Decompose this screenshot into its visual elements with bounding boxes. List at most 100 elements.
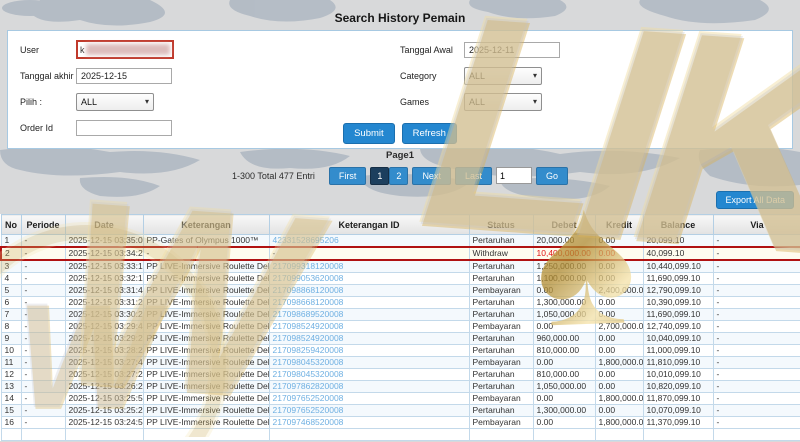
keterangan-id-link[interactable]: 217098868120008 — [269, 285, 469, 297]
cell-balance: 10,440,099.10 — [643, 260, 713, 273]
keterangan-id-link[interactable]: 217098689520008 — [269, 309, 469, 321]
page-button[interactable]: 2 — [389, 167, 408, 185]
cell-periode: - — [21, 393, 65, 405]
cell-keterangan: PP LIVE-Immersive Roulette Deluxe — [143, 321, 269, 333]
cell-empty — [595, 429, 643, 441]
cell-date: 2025-12-15 03:31:24 — [65, 297, 143, 309]
page-title: Search History Pemain — [0, 11, 800, 25]
cell-keterangan: PP LIVE-Immersive Roulette Deluxe — [143, 393, 269, 405]
cell-date: 2025-12-15 03:35:04 — [65, 235, 143, 248]
keterangan-id-link[interactable]: 217098524920008 — [269, 321, 469, 333]
keterangan-id-link[interactable]: 217098045320008 — [269, 357, 469, 369]
cell-debet: 0.00 — [533, 285, 595, 297]
keterangan-id-link[interactable]: 217098524920008 — [269, 333, 469, 345]
cell-debet: 1,300,000.00 — [533, 297, 595, 309]
cell-via: - — [713, 285, 800, 297]
cell-balance: 10,820,099.10 — [643, 381, 713, 393]
go-button[interactable]: Go — [536, 167, 568, 185]
table-row: 11-2025-12-15 03:27:48PP LIVE-Immersive … — [1, 357, 800, 369]
cell-balance: 11,690,099.10 — [643, 273, 713, 285]
cell-keterangan-id: - — [269, 247, 469, 260]
cell-periode: - — [21, 321, 65, 333]
cell-via: - — [713, 235, 800, 248]
table-row: 2-2025-12-15 03:34:21--Withdraw10,400,00… — [1, 247, 800, 260]
cell-periode: - — [21, 369, 65, 381]
column-header: Date — [65, 215, 143, 235]
cell-status: Pertaruhan — [469, 235, 533, 248]
last-page-button[interactable]: Last — [455, 167, 492, 185]
keterangan-id-link[interactable]: 217099318120008 — [269, 260, 469, 273]
tanggal-awal-input[interactable]: 2025-12-11 — [464, 42, 560, 58]
keterangan-id-link[interactable]: 217097862820008 — [269, 381, 469, 393]
cell-empty — [533, 429, 595, 441]
cell-debet: 1,250,000.00 — [533, 260, 595, 273]
keterangan-id-link[interactable]: 42331528695206 — [269, 235, 469, 248]
cell-date: 2025-12-15 03:26:28 — [65, 381, 143, 393]
table-row: 12-2025-12-15 03:27:24PP LIVE-Immersive … — [1, 369, 800, 381]
refresh-button[interactable]: Refresh — [402, 123, 457, 144]
column-header: Keterangan — [143, 215, 269, 235]
cell-no: 1 — [1, 235, 21, 248]
cell-keterangan: PP LIVE-Immersive Roulette Deluxe — [143, 273, 269, 285]
cell-date: 2025-12-15 03:30:24 — [65, 309, 143, 321]
cell-no: 5 — [1, 285, 21, 297]
keterangan-id-link[interactable]: 217099053620008 — [269, 273, 469, 285]
cell-via: - — [713, 260, 800, 273]
cell-periode: - — [21, 417, 65, 429]
cell-periode: - — [21, 235, 65, 248]
cell-balance: 10,010,099.10 — [643, 369, 713, 381]
cell-keterangan: PP-Gates of Olympus 1000™ — [143, 235, 269, 248]
keterangan-id-link[interactable]: 217098045320008 — [269, 369, 469, 381]
cell-periode: - — [21, 405, 65, 417]
table-row: 16-2025-12-15 03:24:51PP LIVE-Immersive … — [1, 417, 800, 429]
page-number-buttons: 12 — [370, 166, 408, 185]
cell-keterangan: PP LIVE-Immersive Roulette Deluxe — [143, 285, 269, 297]
user-input[interactable]: k — [76, 40, 174, 59]
cell-no: 14 — [1, 393, 21, 405]
cell-keterangan: - — [143, 247, 269, 260]
cell-debet: 0.00 — [533, 357, 595, 369]
cell-empty — [269, 429, 469, 441]
form-buttons: Submit Refresh — [8, 123, 792, 144]
cell-periode: - — [21, 381, 65, 393]
keterangan-id-link[interactable]: 217098259420008 — [269, 345, 469, 357]
cell-balance: 10,040,099.10 — [643, 333, 713, 345]
cell-kredit: 0.00 — [595, 247, 643, 260]
table-row: 10-2025-12-15 03:28:25PP LIVE-Immersive … — [1, 345, 800, 357]
cell-balance: 10,390,099.10 — [643, 297, 713, 309]
keterangan-id-link[interactable]: 217097468520008 — [269, 417, 469, 429]
table-row: 15-2025-12-15 03:25:29PP LIVE-Immersive … — [1, 405, 800, 417]
tanggal-awal-label: Tanggal Awal — [400, 45, 464, 55]
current-page-button[interactable]: 1 — [370, 167, 389, 185]
cell-date: 2025-12-15 03:27:48 — [65, 357, 143, 369]
cell-balance: 40,099.10 — [643, 247, 713, 260]
keterangan-id-link[interactable]: 217097652520008 — [269, 393, 469, 405]
cell-keterangan: PP LIVE-Immersive Roulette Deluxe — [143, 357, 269, 369]
cell-date: 2025-12-15 03:31:45 — [65, 285, 143, 297]
cell-empty — [1, 429, 21, 441]
table-row: 5 - 2025-12-15 03:31:45PP LIVE-Immersive R… — [1, 285, 800, 297]
table-header-row: NoPeriodeDateKeteranganKeterangan IDStat… — [1, 215, 800, 235]
goto-page-input[interactable] — [496, 167, 532, 184]
cell-debet: 1,100,000.00 — [533, 273, 595, 285]
cell-debet: 0.00 — [533, 393, 595, 405]
user-value: k — [80, 45, 85, 55]
export-all-data-button[interactable]: Export All Data — [716, 191, 794, 209]
cell-debet: 0.00 — [533, 417, 595, 429]
table-row: 8-2025-12-15 03:29:47PP LIVE-Immersive R… — [1, 321, 800, 333]
cell-balance: 11,000,099.10 — [643, 345, 713, 357]
cell-kredit: 1,800,000.00 — [595, 357, 643, 369]
chevron-down-icon: ▾ — [533, 97, 537, 106]
first-page-button[interactable]: First — [329, 167, 367, 185]
next-page-button[interactable]: Next — [412, 167, 451, 185]
games-select[interactable]: ALL ▾ — [464, 93, 542, 111]
category-select[interactable]: ALL ▾ — [464, 67, 542, 85]
keterangan-id-link[interactable]: 217097652520008 — [269, 405, 469, 417]
submit-button[interactable]: Submit — [343, 123, 395, 144]
cell-balance: 11,370,099.10 — [643, 417, 713, 429]
keterangan-id-link[interactable]: 217098668120008 — [269, 297, 469, 309]
cell-kredit: 2,400,000.00 — [595, 285, 643, 297]
pilih-select[interactable]: ALL ▾ — [76, 93, 154, 111]
cell-via: - — [713, 369, 800, 381]
tanggal-akhir-input[interactable]: 2025-12-15 — [76, 68, 172, 84]
